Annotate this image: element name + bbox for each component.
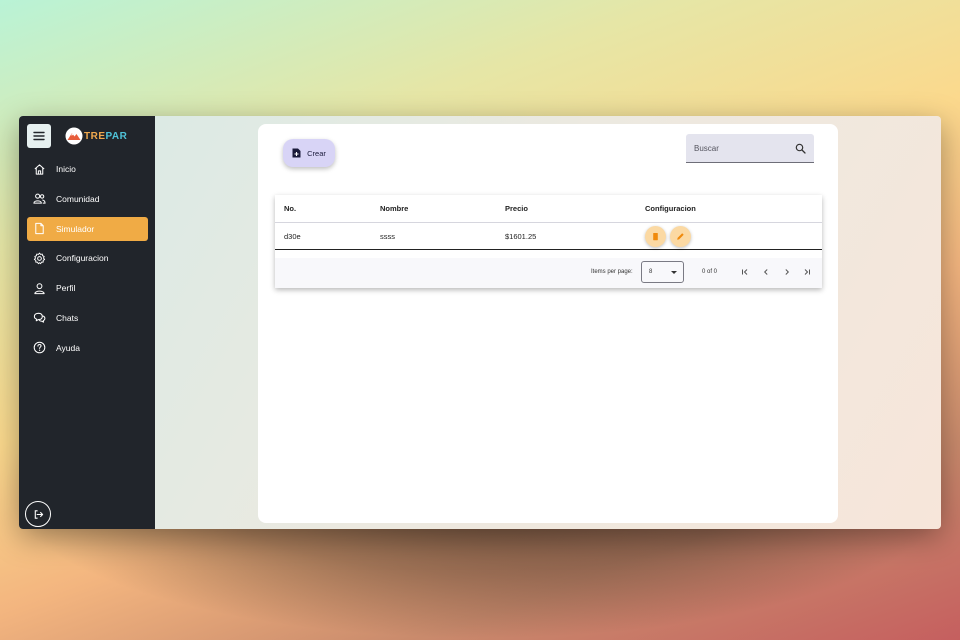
column-header-no[interactable]: No. <box>284 195 296 222</box>
delete-button[interactable] <box>645 225 666 247</box>
column-header-configuracion[interactable]: Configuracion <box>645 195 696 222</box>
gear-icon <box>33 252 46 265</box>
column-header-nombre[interactable]: Nombre <box>380 195 408 222</box>
create-button-label: Crear <box>307 148 326 158</box>
sidebar-item-label: Comunidad <box>56 193 100 204</box>
create-button[interactable]: Crear <box>283 139 335 167</box>
new-file-icon <box>292 148 301 158</box>
app-logo: TREPAR <box>65 127 127 145</box>
items-per-page-label: Items per page: <box>591 269 633 275</box>
sidebar-item-perfil[interactable]: Perfil <box>27 276 148 300</box>
sidebar-item-label: Ayuda <box>56 342 80 353</box>
person-icon <box>34 282 45 294</box>
pencil-icon <box>677 232 684 240</box>
search-input[interactable] <box>694 142 790 154</box>
last-page-button[interactable] <box>802 267 812 277</box>
chat-icon <box>33 313 46 324</box>
help-icon <box>33 341 46 354</box>
paginator: Items per page: 8 0 of 0 <box>275 258 822 288</box>
chevron-left-icon <box>763 269 768 275</box>
menu-toggle-button[interactable] <box>27 124 51 148</box>
cell-nombre: ssss <box>380 231 395 241</box>
sidebar-item-chats[interactable]: Chats <box>27 306 148 330</box>
first-page-button[interactable] <box>740 267 750 277</box>
mountain-logo-icon <box>65 127 83 145</box>
sidebar: TREPAR Inicio Comunidad Simulador Config… <box>19 116 155 529</box>
first-page-icon <box>742 269 748 275</box>
column-header-precio[interactable]: Precio <box>505 195 528 222</box>
sidebar-item-label: Inicio <box>56 164 76 174</box>
cell-precio: $1601.25 <box>505 231 537 241</box>
sidebar-item-configuracion[interactable]: Configuracion <box>27 246 148 270</box>
page-size-select[interactable]: 8 <box>641 261 684 283</box>
sidebar-item-ayuda[interactable]: Ayuda <box>27 336 148 360</box>
sidebar-item-label: Chats <box>56 312 79 323</box>
last-page-icon <box>804 269 810 275</box>
main-card: Crear No. Nombre Precio Configuracion d3… <box>258 124 838 523</box>
logout-button[interactable] <box>25 501 51 527</box>
chevron-right-icon <box>785 269 790 275</box>
sidebar-item-simulador[interactable]: Simulador <box>27 216 148 241</box>
sidebar-item-label: Configuracion <box>56 253 109 264</box>
logo-text: TREPAR <box>84 130 128 142</box>
sidebar-item-label: Simulador <box>56 223 95 234</box>
people-icon <box>33 193 46 204</box>
search-box <box>686 134 814 163</box>
search-icon[interactable] <box>795 143 806 154</box>
page-size-value: 8 <box>649 269 653 275</box>
data-table: No. Nombre Precio Configuracion d30e sss… <box>275 195 822 288</box>
home-icon <box>34 163 45 175</box>
sidebar-item-label: Perfil <box>56 283 76 294</box>
sidebar-nav: Inicio Comunidad Simulador Configuracion… <box>27 157 148 366</box>
table-row: d30e ssss $1601.25 <box>275 223 822 250</box>
next-page-button[interactable] <box>782 267 792 277</box>
previous-page-button[interactable] <box>761 267 771 277</box>
edit-button[interactable] <box>670 225 691 247</box>
cell-actions <box>645 223 691 249</box>
dropdown-arrow-icon <box>671 271 677 274</box>
table-header-row: No. Nombre Precio Configuracion <box>275 195 822 223</box>
sidebar-item-inicio[interactable]: Inicio <box>27 157 148 181</box>
hamburger-icon <box>33 131 45 141</box>
cell-no: d30e <box>284 231 301 241</box>
trash-icon <box>653 232 658 240</box>
logout-icon <box>34 509 43 519</box>
page-range-label: 0 of 0 <box>702 269 718 275</box>
app-window: TREPAR Inicio Comunidad Simulador Config… <box>19 116 941 529</box>
sidebar-item-comunidad[interactable]: Comunidad <box>27 187 148 211</box>
document-icon <box>35 222 44 235</box>
